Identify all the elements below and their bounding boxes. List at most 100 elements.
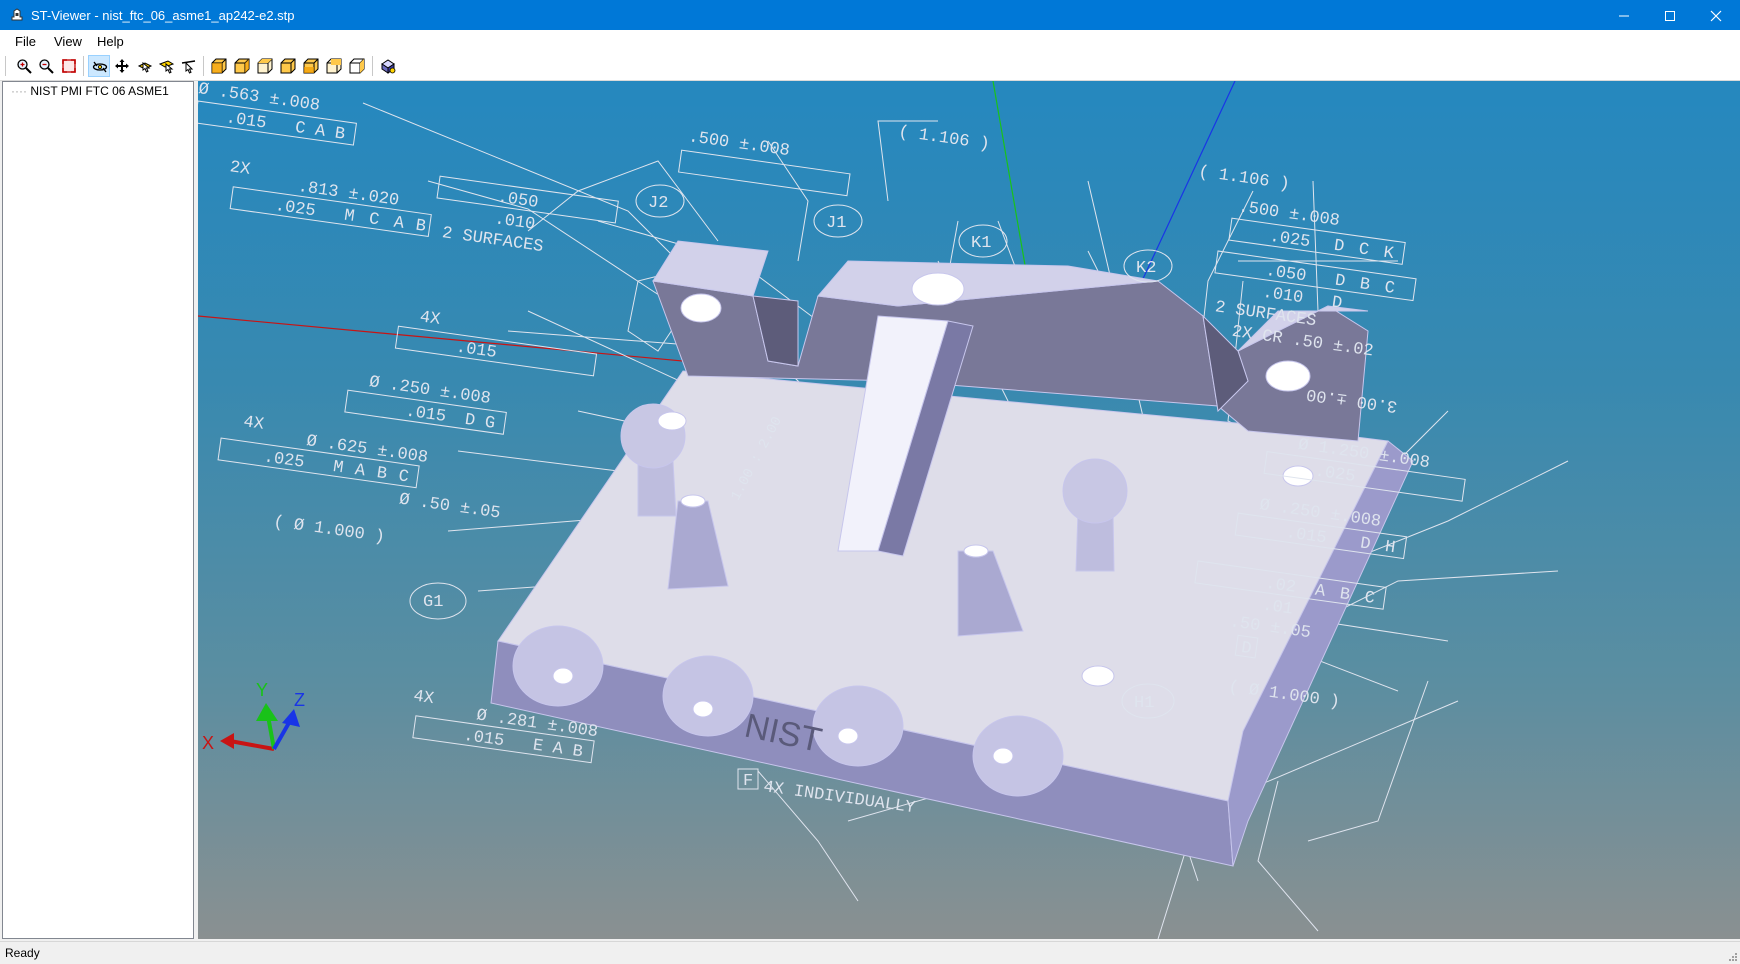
rotate-icon: [92, 61, 108, 73]
rotate-button[interactable]: [88, 55, 110, 77]
view-back-button[interactable]: [231, 55, 253, 77]
minimize-icon: [1619, 15, 1629, 17]
pmi-text: B: [333, 124, 346, 144]
scene-svg: Ø .563 ±.008 .015 C A B 2X .813 ±.020 .0…: [198, 81, 1569, 939]
pmi-text: A: [314, 122, 328, 142]
pmi-text: A: [354, 461, 368, 481]
pan-icon: [115, 59, 129, 73]
pmi-text: B: [571, 742, 584, 762]
view-left-icon: [257, 58, 273, 74]
pmi-text: B: [414, 217, 427, 237]
toolbar-separator: [203, 56, 204, 76]
pmi-text: .015: [225, 109, 268, 133]
view-iso-button[interactable]: [346, 55, 368, 77]
zoom-out-icon: [39, 59, 54, 74]
status-bar: Ready: [0, 941, 1740, 964]
plate-hole: [1081, 665, 1115, 687]
fit-all-button[interactable]: [58, 55, 80, 77]
pmi-text: .050: [496, 188, 539, 212]
pmi-text: C: [1357, 240, 1370, 260]
pmi-text: C: [397, 467, 410, 487]
pmi-text: .015: [462, 727, 505, 751]
pmi-text: 2X: [229, 158, 252, 180]
select-object-icon: [137, 61, 153, 73]
pmi-text: .500 ±.008: [687, 128, 791, 161]
view-top-button[interactable]: [300, 55, 322, 77]
menu-help[interactable]: Help: [97, 34, 124, 49]
pmi-text: ( Ø 1.000 ): [272, 513, 386, 547]
zoom-in-button[interactable]: [13, 55, 35, 77]
zoom-in-icon: [17, 59, 32, 74]
3d-viewport[interactable]: Ø .563 ±.008 .015 C A B 2X .813 ±.020 .0…: [198, 81, 1740, 939]
app-icon: [11, 8, 23, 21]
toolbar-separator: [372, 56, 373, 76]
pmi-text: Ø .50 ±.05: [398, 491, 502, 524]
title-bar[interactable]: ST-Viewer - nist_ftc_06_asme1_ap242-e2.s…: [0, 0, 1740, 30]
pmi-text: A: [392, 214, 406, 234]
menu-view[interactable]: View: [54, 34, 82, 49]
pmi-text: M: [343, 207, 356, 227]
pmi-text: 4X: [412, 687, 435, 709]
view-bottom-button[interactable]: [323, 55, 345, 77]
pmi-text: G1: [423, 593, 443, 612]
pmi-text: M: [332, 458, 345, 478]
select-object-button[interactable]: [134, 55, 156, 77]
view-iso-icon: [349, 58, 365, 74]
select-face-icon: [159, 60, 175, 74]
shading-button[interactable]: [377, 55, 399, 77]
pmi-text: C: [1363, 589, 1376, 609]
pmi-text: H: [1384, 538, 1397, 558]
pmi-text: Ø .563 ±.008: [198, 81, 321, 116]
toolbar: [0, 52, 1740, 81]
pmi-text: H1: [1134, 694, 1154, 713]
back-wall-hole: [680, 293, 722, 323]
menu-file[interactable]: File: [15, 34, 36, 49]
pmi-text: Ø .250 ±.008: [368, 373, 492, 409]
menu-bar: File View Help: [0, 30, 1740, 52]
view-back-icon: [234, 58, 250, 74]
axis-triad: X Y Z: [202, 680, 305, 753]
status-text: Ready: [5, 946, 40, 960]
pmi-text: .025: [262, 448, 305, 472]
triad-x-line: [229, 739, 275, 751]
pmi-text: B: [1358, 275, 1371, 295]
pan-button[interactable]: [111, 55, 133, 77]
pmi-text: .015: [404, 403, 447, 427]
back-wall-hole: [911, 272, 965, 306]
select-face-button[interactable]: [156, 55, 178, 77]
triad-y-arrow: [256, 703, 278, 721]
view-right-icon: [280, 58, 296, 74]
pmi-text: B: [375, 464, 388, 484]
toolbar-grip[interactable]: [5, 56, 6, 76]
pmi-text: D: [1333, 237, 1346, 257]
zoom-out-button[interactable]: [35, 55, 57, 77]
pmi-text: F: [743, 772, 753, 791]
plate-hole: [657, 411, 687, 431]
triad-z-label: Z: [294, 690, 305, 710]
pmi-text: J1: [826, 214, 846, 233]
triad-z-line: [272, 720, 292, 750]
pmi-text: K1: [971, 234, 991, 253]
triad-x-arrow: [220, 733, 234, 749]
resize-grip-icon[interactable]: [1727, 951, 1737, 961]
view-right-button[interactable]: [277, 55, 299, 77]
triad-y-label: Y: [256, 680, 268, 700]
window-title: ST-Viewer - nist_ftc_06_asme1_ap242-e2.s…: [31, 8, 295, 23]
pmi-text: A: [551, 739, 565, 759]
back-wall-hole: [1265, 360, 1311, 392]
pmi-text: K2: [1136, 259, 1156, 278]
select-edge-icon: [181, 60, 196, 74]
fit-all-icon: [62, 59, 76, 73]
close-button[interactable]: [1693, 0, 1739, 30]
maximize-button[interactable]: [1647, 0, 1693, 30]
view-left-button[interactable]: [254, 55, 276, 77]
pmi-text: B: [1338, 585, 1351, 605]
tree-node-root[interactable]: ···· NIST PMI FTC 06 ASME1: [11, 84, 169, 98]
model-tree[interactable]: ···· NIST PMI FTC 06 ASME1: [2, 81, 194, 939]
select-edge-button[interactable]: [178, 55, 200, 77]
minimize-button[interactable]: [1601, 0, 1647, 30]
view-front-button[interactable]: [208, 55, 230, 77]
pmi-text: .025: [274, 197, 317, 221]
plate-hole: [1282, 465, 1314, 487]
close-icon: [1710, 10, 1722, 22]
